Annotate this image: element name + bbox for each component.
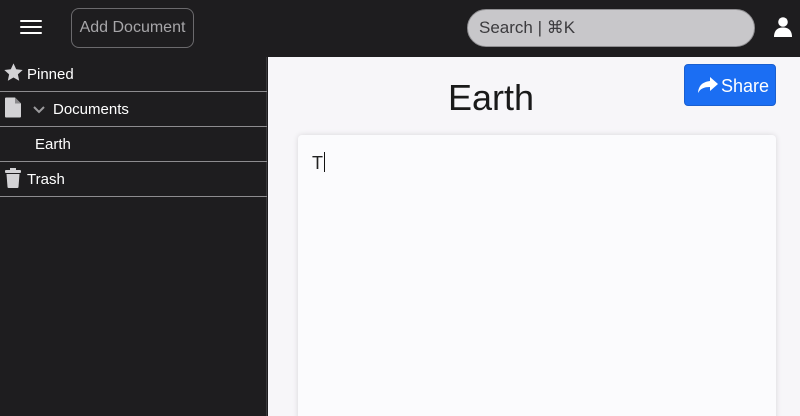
document-pane: Earth Share T — [268, 57, 800, 416]
chevron-down-icon[interactable] — [33, 106, 45, 114]
document-icon — [5, 97, 21, 118]
trash-icon — [5, 168, 21, 188]
share-icon — [698, 77, 718, 93]
hamburger-icon[interactable] — [20, 18, 42, 36]
document-editor[interactable]: T — [298, 135, 776, 416]
top-bar: Add Document Search | ⌘K — [0, 0, 800, 57]
share-button[interactable]: Share — [684, 64, 776, 106]
star-icon — [4, 63, 23, 81]
page-title: Earth — [447, 77, 535, 118]
sidebar-item-label: Pinned — [27, 66, 74, 83]
sidebar-item-documents[interactable]: Documents — [0, 92, 267, 127]
editor-content[interactable]: T — [312, 152, 325, 174]
user-icon[interactable] — [774, 17, 792, 37]
share-label: Share — [721, 76, 770, 96]
editor-text: T — [312, 153, 323, 173]
sidebar-item-label: Documents — [53, 101, 129, 118]
sidebar-item-label: Trash — [27, 171, 65, 188]
sidebar-item-label: Earth — [35, 136, 71, 153]
add-document-button[interactable]: Add Document — [71, 8, 194, 48]
sidebar-item-pinned[interactable]: Pinned — [0, 57, 267, 92]
sidebar-item-earth[interactable]: Earth — [0, 127, 267, 162]
search-input[interactable]: Search | ⌘K — [467, 9, 755, 47]
sidebar-item-trash[interactable]: Trash — [0, 162, 267, 197]
sidebar: Pinned Documents Earth Trash — [0, 57, 267, 416]
text-caret — [324, 152, 325, 172]
